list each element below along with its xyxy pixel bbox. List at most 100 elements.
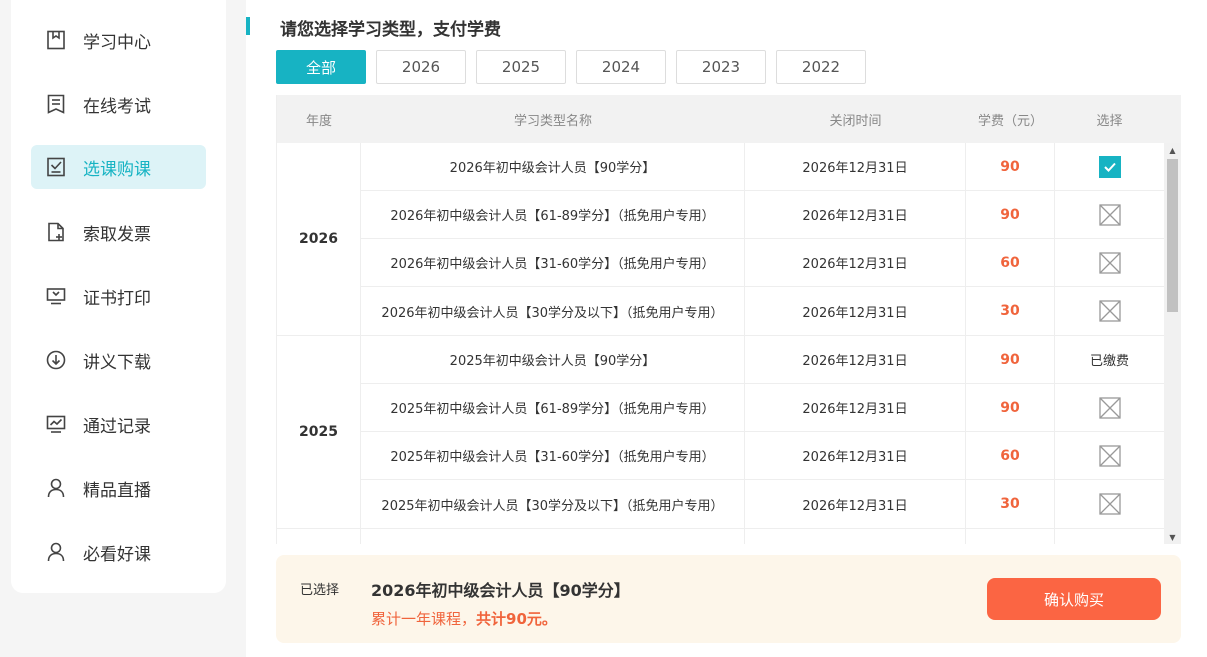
monitor-icon bbox=[45, 285, 67, 307]
table-body: 2026 2026年初中级会计人员【90学分】 2026年12月31日 90 2… bbox=[277, 143, 1181, 544]
close-time: 2026年12月31日 bbox=[745, 432, 966, 479]
total-prefix: 累计一年课程， bbox=[371, 610, 477, 628]
table-row: 2026年初中级会计人员【90学分】 2026年12月31日 90 bbox=[361, 143, 1181, 191]
sidebar-item-label: 讲义下载 bbox=[83, 352, 151, 373]
sidebar-item-label: 在线考试 bbox=[83, 96, 151, 117]
tab-2024[interactable]: 2024 bbox=[576, 50, 666, 84]
year-tabs: 全部 2026 2025 2024 2023 2022 bbox=[276, 50, 876, 84]
sidebar-item-label: 学习中心 bbox=[83, 32, 151, 53]
course-table: 年度 学习类型名称 关闭时间 学费（元） 选择 2026 2026年初中级会计人… bbox=[276, 95, 1181, 544]
sidebar-item-label: 通过记录 bbox=[83, 416, 151, 437]
course-name: 2026年初中级会计人员【90学分】 bbox=[361, 143, 745, 190]
course-name: 2026年初中级会计人员【30学分及以下】（抵免用户专用） bbox=[361, 287, 745, 335]
course-name: 2026年初中级会计人员【61-89学分】（抵免用户专用） bbox=[361, 191, 745, 238]
main-panel: 请您选择学习类型，支付学费 全部 2026 2025 2024 2023 202… bbox=[246, 0, 1207, 657]
scrollbar-thumb[interactable] bbox=[1167, 159, 1178, 312]
table-header: 年度 学习类型名称 关闭时间 学费（元） 选择 bbox=[277, 95, 1181, 143]
fee: 90 bbox=[966, 143, 1055, 190]
fee: 60 bbox=[966, 432, 1055, 479]
year-group-next bbox=[277, 529, 1181, 544]
scroll-down-icon[interactable]: ▼ bbox=[1164, 530, 1181, 544]
column-header-close-time: 关闭时间 bbox=[829, 113, 882, 129]
sidebar-item-invoice[interactable]: 索取发票 bbox=[31, 210, 206, 254]
table-row: 2025年初中级会计人员【61-89学分】（抵免用户专用） 2026年12月31… bbox=[361, 384, 1181, 432]
selection-summary: 已选择 2026年初中级会计人员【90学分】 累计一年课程，共计90元。 确认购… bbox=[276, 555, 1181, 643]
disabled-checkbox-icon bbox=[1098, 396, 1121, 419]
fee: 30 bbox=[966, 480, 1055, 528]
column-header-fee: 学费（元） bbox=[977, 113, 1043, 129]
fee: 90 bbox=[966, 384, 1055, 431]
checked-checkbox[interactable] bbox=[1098, 155, 1121, 178]
tab-2023[interactable]: 2023 bbox=[676, 50, 766, 84]
disabled-checkbox-icon bbox=[1098, 300, 1121, 322]
scroll-up-icon[interactable]: ▲ bbox=[1164, 143, 1181, 157]
fee: 30 bbox=[966, 287, 1055, 335]
table-row: 2026年初中级会计人员【30学分及以下】（抵免用户专用） 2026年12月31… bbox=[361, 287, 1181, 335]
paid-status: 已缴费 bbox=[1089, 354, 1129, 369]
tab-all[interactable]: 全部 bbox=[276, 50, 366, 84]
close-time: 2026年12月31日 bbox=[745, 336, 966, 383]
disabled-checkbox-icon bbox=[1098, 251, 1121, 274]
checkbox-icon bbox=[45, 156, 67, 178]
tab-2022[interactable]: 2022 bbox=[776, 50, 866, 84]
disabled-checkbox-icon bbox=[1098, 203, 1121, 226]
table-row bbox=[361, 529, 1181, 544]
exam-icon bbox=[45, 93, 67, 115]
table-row: 2025年初中级会计人员【90学分】 2026年12月31日 90 已缴费 bbox=[361, 336, 1181, 384]
year-group-2026: 2026 2026年初中级会计人员【90学分】 2026年12月31日 90 2… bbox=[277, 143, 1181, 336]
column-header-name: 学习类型名称 bbox=[513, 113, 592, 129]
course-name: 2025年初中级会计人员【90学分】 bbox=[361, 336, 745, 383]
tab-2026[interactable]: 2026 bbox=[376, 50, 466, 84]
selected-course-name: 2026年初中级会计人员【90学分】 bbox=[371, 581, 630, 600]
close-time: 2026年12月31日 bbox=[745, 239, 966, 286]
tab-2025[interactable]: 2025 bbox=[476, 50, 566, 84]
close-time: 2026年12月31日 bbox=[745, 384, 966, 431]
table-row: 2025年初中级会计人员【31-60学分】（抵免用户专用） 2026年12月31… bbox=[361, 432, 1181, 480]
chart-icon bbox=[45, 413, 67, 435]
table-row: 2026年初中级会计人员【31-60学分】（抵免用户专用） 2026年12月31… bbox=[361, 239, 1181, 287]
title-accent-bar bbox=[246, 17, 250, 35]
disabled-checkbox-icon bbox=[1098, 493, 1121, 515]
sidebar-item-label: 证书打印 bbox=[83, 288, 151, 309]
course-name: 2025年初中级会计人员【61-89学分】（抵免用户专用） bbox=[361, 384, 745, 431]
column-header-select: 选择 bbox=[1096, 113, 1123, 129]
sidebar-item-live-stream[interactable]: 精品直播 bbox=[31, 466, 206, 510]
total-amount: 共计90元。 bbox=[476, 610, 557, 628]
user-icon bbox=[45, 541, 67, 563]
sidebar-item-label: 选课购课 bbox=[83, 159, 151, 180]
sidebar-item-label: 精品直播 bbox=[83, 480, 151, 501]
table-scrollbar[interactable]: ▲ ▼ bbox=[1164, 143, 1181, 544]
year-group-2025: 2025 2025年初中级会计人员【90学分】 2026年12月31日 90 已… bbox=[277, 336, 1181, 529]
sidebar-item-must-watch[interactable]: 必看好课 bbox=[31, 530, 206, 574]
close-time: 2026年12月31日 bbox=[745, 287, 966, 335]
close-time: 2026年12月31日 bbox=[745, 480, 966, 528]
sidebar-item-course-purchase[interactable]: 选课购课 bbox=[31, 145, 206, 189]
invoice-icon bbox=[45, 221, 67, 243]
column-header-year: 年度 bbox=[305, 113, 332, 129]
sidebar-item-label: 必看好课 bbox=[83, 544, 151, 565]
fee: 90 bbox=[966, 336, 1055, 383]
download-icon bbox=[45, 349, 67, 371]
close-time: 2026年12月31日 bbox=[745, 143, 966, 190]
confirm-purchase-button[interactable]: 确认购买 bbox=[987, 578, 1161, 620]
user-icon bbox=[45, 477, 67, 499]
sidebar-item-pass-records[interactable]: 通过记录 bbox=[31, 402, 206, 446]
course-name: 2026年初中级会计人员【31-60学分】（抵免用户专用） bbox=[361, 239, 745, 286]
disabled-checkbox-icon bbox=[1098, 444, 1121, 467]
sidebar-item-online-exam[interactable]: 在线考试 bbox=[31, 82, 206, 126]
bookmark-icon bbox=[45, 29, 67, 51]
sidebar-item-certificate-print[interactable]: 证书打印 bbox=[31, 274, 206, 318]
course-name: 2025年初中级会计人员【31-60学分】（抵免用户专用） bbox=[361, 432, 745, 479]
close-time: 2026年12月31日 bbox=[745, 191, 966, 238]
course-name: 2025年初中级会计人员【30学分及以下】（抵免用户专用） bbox=[361, 480, 745, 528]
fee: 60 bbox=[966, 239, 1055, 286]
sidebar-item-handout-download[interactable]: 讲义下载 bbox=[31, 338, 206, 382]
fee: 90 bbox=[966, 191, 1055, 238]
table-row: 2025年初中级会计人员【30学分及以下】（抵免用户专用） 2026年12月31… bbox=[361, 480, 1181, 528]
sidebar-item-study-center[interactable]: 学习中心 bbox=[31, 18, 206, 62]
sidebar-item-label: 索取发票 bbox=[83, 224, 151, 245]
page-title: 请您选择学习类型，支付学费 bbox=[280, 20, 501, 40]
sidebar: 学习中心 在线考试 选课购课 索取发票 证书打印 讲义下载 通过记录 精品直播 … bbox=[11, 0, 226, 593]
year-cell: 2025 bbox=[277, 336, 361, 528]
selected-label: 已选择 bbox=[300, 583, 340, 598]
